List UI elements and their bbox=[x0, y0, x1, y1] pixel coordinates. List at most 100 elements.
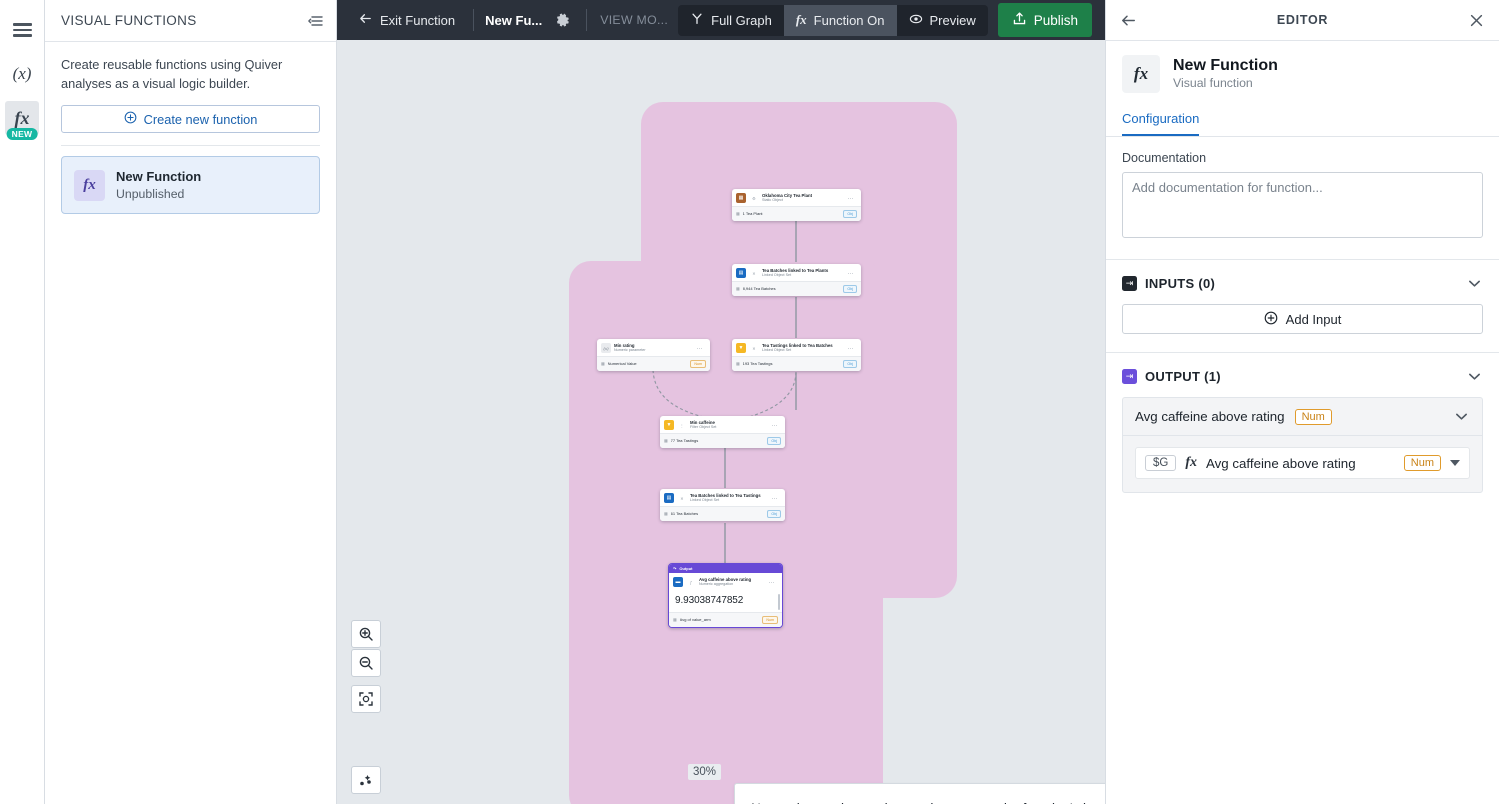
node-footer-label: Numerical Value bbox=[607, 361, 637, 367]
panel-description: Create reusable functions using Quiver a… bbox=[61, 57, 283, 91]
node-footer: ▦ 8,944 Tea Batches Obj bbox=[732, 281, 861, 296]
function-name-label: New Fu... bbox=[485, 12, 543, 28]
output-card: Avg caffeine above rating Num $G fx Avg … bbox=[1122, 397, 1483, 493]
node-subtitle: Numeric aggregation bbox=[699, 582, 734, 587]
output-section-header: ⇥ OUTPUT (1) bbox=[1106, 353, 1499, 397]
node-menu-icon[interactable]: … bbox=[772, 422, 781, 428]
link-icon: ✕ bbox=[752, 270, 756, 276]
node-menu-icon[interactable]: … bbox=[848, 270, 857, 276]
documentation-label: Documentation bbox=[1122, 151, 1207, 165]
chevron-down-icon[interactable] bbox=[1466, 275, 1483, 292]
object-type-icon: ▤ bbox=[736, 268, 746, 278]
graph-node[interactable]: ▤ ✕ Tea Batches linked to Tea Tastings L… bbox=[660, 489, 785, 521]
visual-functions-header: VISUAL FUNCTIONS bbox=[45, 0, 336, 42]
editor-back-button[interactable] bbox=[1120, 12, 1137, 29]
add-input-button[interactable]: Add Input bbox=[1122, 304, 1483, 334]
object-type-icon: ▼ bbox=[736, 343, 746, 353]
fit-to-screen-button[interactable] bbox=[351, 685, 381, 713]
editor-tabs: Configuration bbox=[1106, 107, 1499, 137]
center-area: Exit Function New Fu... VIEW MO... Full … bbox=[337, 0, 1105, 804]
publish-button[interactable]: Publish bbox=[997, 3, 1093, 37]
exit-function-button[interactable]: Exit Function bbox=[347, 5, 466, 35]
function-list-item[interactable]: fx New Function Unpublished bbox=[61, 156, 320, 215]
editor-header: EDITOR bbox=[1106, 0, 1499, 41]
scope-chip: $G bbox=[1145, 455, 1177, 471]
full-graph-button[interactable]: Full Graph bbox=[678, 4, 784, 36]
filter-icon: ⋮ bbox=[679, 422, 685, 428]
graph-node[interactable]: ▼ ⋮ Min caffeine Filter Object Set … ▦ 7… bbox=[660, 416, 785, 448]
tab-configuration[interactable]: Configuration bbox=[1122, 107, 1200, 136]
preview-label: Preview bbox=[929, 12, 976, 28]
node-menu-icon[interactable]: … bbox=[697, 345, 706, 351]
panel-divider bbox=[61, 145, 320, 147]
function-name: New Function bbox=[116, 169, 202, 185]
menu-icon[interactable] bbox=[5, 13, 39, 47]
node-menu-icon[interactable]: … bbox=[848, 345, 857, 351]
toolbar-separator-2 bbox=[586, 9, 588, 31]
graph-node[interactable]: ▤ ✕ Tea Batches linked to Tea Plants Lin… bbox=[732, 264, 861, 296]
chevron-down-icon[interactable] bbox=[1466, 368, 1483, 385]
static-object-icon: ⚙ bbox=[752, 195, 756, 201]
output-value-scrollbar[interactable] bbox=[778, 594, 780, 610]
function-status: Unpublished bbox=[116, 186, 185, 201]
exit-function-label: Exit Function bbox=[380, 12, 456, 28]
view-mode-toggle-group: Full Graph fx Function On Preview bbox=[678, 4, 988, 36]
node-text: Tea Batches linked to Tea Plants Linked … bbox=[762, 268, 845, 278]
node-text: Avg caffeine above rating Numeric aggreg… bbox=[699, 577, 766, 587]
zoom-out-button[interactable] bbox=[351, 649, 381, 677]
node-footer-label: 1 Tea Plant bbox=[742, 211, 763, 217]
node-header: ▤ ✕ Tea Batches linked to Tea Plants Lin… bbox=[732, 264, 861, 281]
graph-output-node[interactable]: ↷ Output ▬ ƒ Avg caffeine above rating N… bbox=[668, 563, 783, 628]
node-header: ▤ ✕ Tea Batches linked to Tea Tastings L… bbox=[660, 489, 785, 506]
zoom-level-label: 30% bbox=[688, 764, 722, 780]
footer-icon: ▦ bbox=[664, 439, 668, 444]
plus-circle-icon bbox=[124, 111, 137, 127]
caret-down-icon[interactable] bbox=[1450, 460, 1460, 466]
footer-icon: ▦ bbox=[736, 362, 740, 367]
parameters-icon[interactable]: (x) bbox=[5, 57, 39, 91]
node-footer: ▦ Numerical Value Num bbox=[597, 356, 710, 371]
node-footer: ▦ Avg of value_arm Num bbox=[669, 612, 782, 627]
view-mode-label: VIEW MO... bbox=[600, 13, 669, 27]
fx-glyph: fx bbox=[14, 107, 30, 128]
function-only-button[interactable]: fx Function On bbox=[783, 4, 897, 36]
node-menu-icon[interactable]: … bbox=[848, 195, 857, 201]
graph-node[interactable]: ▼ ✕ Tea Tastings linked to Tea Batches L… bbox=[732, 339, 861, 371]
auto-layout-button[interactable] bbox=[351, 766, 381, 794]
preview-button[interactable]: Preview bbox=[896, 4, 988, 36]
icon-rail: (x) fx NEW bbox=[0, 0, 45, 804]
panel-title: VISUAL FUNCTIONS bbox=[61, 13, 197, 28]
graph-node[interactable]: ▦ ⚙ Oklahoma City Tea Plant Static Objec… bbox=[732, 189, 861, 221]
toolbar-separator-1 bbox=[473, 9, 475, 31]
output-card-header[interactable]: Avg caffeine above rating Num bbox=[1123, 398, 1482, 436]
object-type-icon: ▬ bbox=[673, 577, 683, 587]
gear-icon[interactable] bbox=[546, 8, 579, 33]
node-menu-icon[interactable]: … bbox=[772, 495, 781, 501]
status-toast: Next select nodes on the graph to use as… bbox=[734, 783, 1105, 804]
publish-label: Publish bbox=[1033, 12, 1079, 28]
node-type-chip: Obj bbox=[843, 210, 857, 218]
zoom-in-button[interactable] bbox=[351, 620, 381, 648]
editor-close-button[interactable] bbox=[1468, 12, 1485, 29]
hamburger-icon bbox=[12, 23, 32, 37]
output-binding-row[interactable]: $G fx Avg caffeine above rating Num bbox=[1135, 447, 1470, 479]
functions-icon[interactable]: fx NEW bbox=[5, 101, 39, 140]
node-menu-icon[interactable]: … bbox=[769, 579, 778, 585]
chevron-down-icon[interactable] bbox=[1453, 408, 1470, 425]
create-new-function-button[interactable]: Create new function bbox=[61, 105, 320, 134]
full-graph-label: Full Graph bbox=[711, 12, 772, 28]
output-title: OUTPUT (1) bbox=[1145, 369, 1221, 384]
node-header: ▬ ƒ Avg caffeine above rating Numeric ag… bbox=[669, 573, 782, 590]
node-type-chip: Num bbox=[690, 360, 706, 368]
documentation-input[interactable] bbox=[1122, 172, 1483, 238]
link-icon: ✕ bbox=[752, 345, 756, 351]
node-footer: ▦ 77 Tea Tastings Obj bbox=[660, 433, 785, 448]
input-arrow-icon: ⇥ bbox=[1122, 276, 1137, 291]
node-text: Min caffeine Filter Object Set bbox=[690, 420, 769, 430]
collapse-panel-icon[interactable] bbox=[308, 13, 324, 29]
graph-node[interactable]: (x) Min rating Numeric parameter … ▦ Num… bbox=[597, 339, 710, 371]
graph-canvas[interactable]: ▦ ⚙ Oklahoma City Tea Plant Static Objec… bbox=[337, 40, 1105, 804]
node-footer: ▦ 61 Tea Batches Obj bbox=[660, 506, 785, 521]
fx-icon: fx bbox=[1122, 55, 1160, 93]
output-item-type-chip: Num bbox=[1294, 408, 1332, 425]
